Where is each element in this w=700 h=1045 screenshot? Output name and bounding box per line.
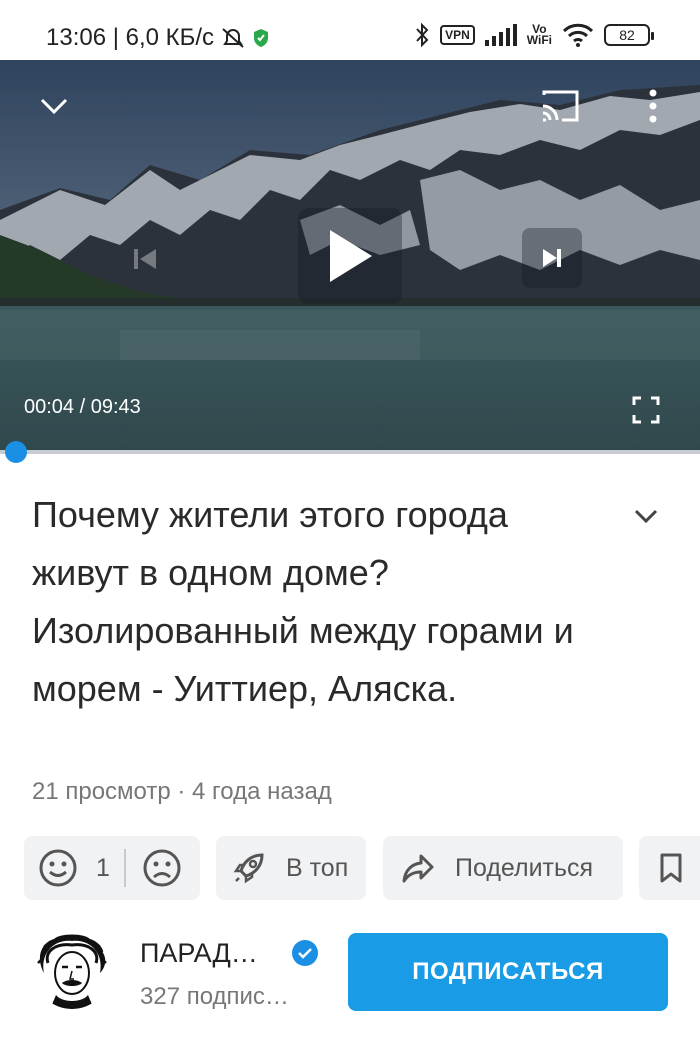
vpn-icon: VPN (440, 25, 475, 45)
status-left: 13:06 | 6,0 КБ/с (46, 24, 270, 52)
fullscreen-icon[interactable] (626, 390, 666, 430)
play-icon[interactable] (298, 208, 402, 304)
signal-icon (484, 24, 517, 46)
status-right: VPN Vo WiFi 82 (414, 22, 654, 48)
skip-previous-icon[interactable] (118, 232, 172, 286)
video-time: 00:04 / 09:43 (24, 396, 141, 418)
channel-name[interactable]: ПАРАД… (140, 938, 258, 969)
channel-avatar[interactable] (34, 933, 110, 1009)
reaction-count: 1 (96, 853, 110, 882)
video-player[interactable]: 00:04 / 09:43 (0, 60, 700, 452)
rocket-icon (232, 851, 266, 885)
share-label: Поделиться (455, 853, 594, 882)
bluetooth-icon (414, 22, 430, 48)
video-meta: 21 просмотр · 4 года назад (32, 778, 332, 805)
status-bar: 13:06 | 6,0 КБ/с VPN Vo WiFi 82 (0, 0, 700, 60)
verified-icon (292, 940, 318, 966)
skip-next-icon[interactable] (522, 228, 582, 288)
cast-icon[interactable] (538, 86, 582, 126)
reaction-chip: 1 (24, 836, 200, 900)
shield-icon (252, 28, 270, 48)
top-label: В топ (286, 853, 349, 882)
bookmark-button[interactable] (639, 836, 700, 900)
progress-knob[interactable] (5, 441, 27, 463)
reaction-divider (123, 849, 126, 887)
sad-icon[interactable] (142, 848, 182, 888)
time-and-speed: 13:06 | 6,0 КБ/с (46, 24, 215, 51)
share-arrow-icon (401, 853, 435, 883)
share-button[interactable]: Поделиться (383, 836, 623, 900)
top-button[interactable]: В топ (216, 836, 366, 900)
battery-indicator: 82 (604, 24, 654, 46)
expand-chevron-icon[interactable] (632, 506, 660, 531)
wifi-icon (562, 23, 594, 47)
more-vert-icon[interactable] (640, 84, 666, 128)
alarm-off-icon (220, 26, 246, 50)
subscriber-count: 327 подпис… (140, 983, 289, 1010)
progress-bar[interactable] (0, 450, 700, 454)
vowifi-icon: Vo WiFi (526, 23, 552, 47)
subscribe-button[interactable]: ПОДПИСАТЬСЯ (348, 933, 668, 1011)
smile-icon[interactable] (38, 848, 78, 888)
bookmark-icon (659, 852, 683, 884)
video-title: Почему жители этого города живут в одном… (32, 494, 574, 709)
vowifi-bottom: WiFi (526, 33, 552, 47)
chevron-down-icon[interactable] (34, 88, 74, 124)
